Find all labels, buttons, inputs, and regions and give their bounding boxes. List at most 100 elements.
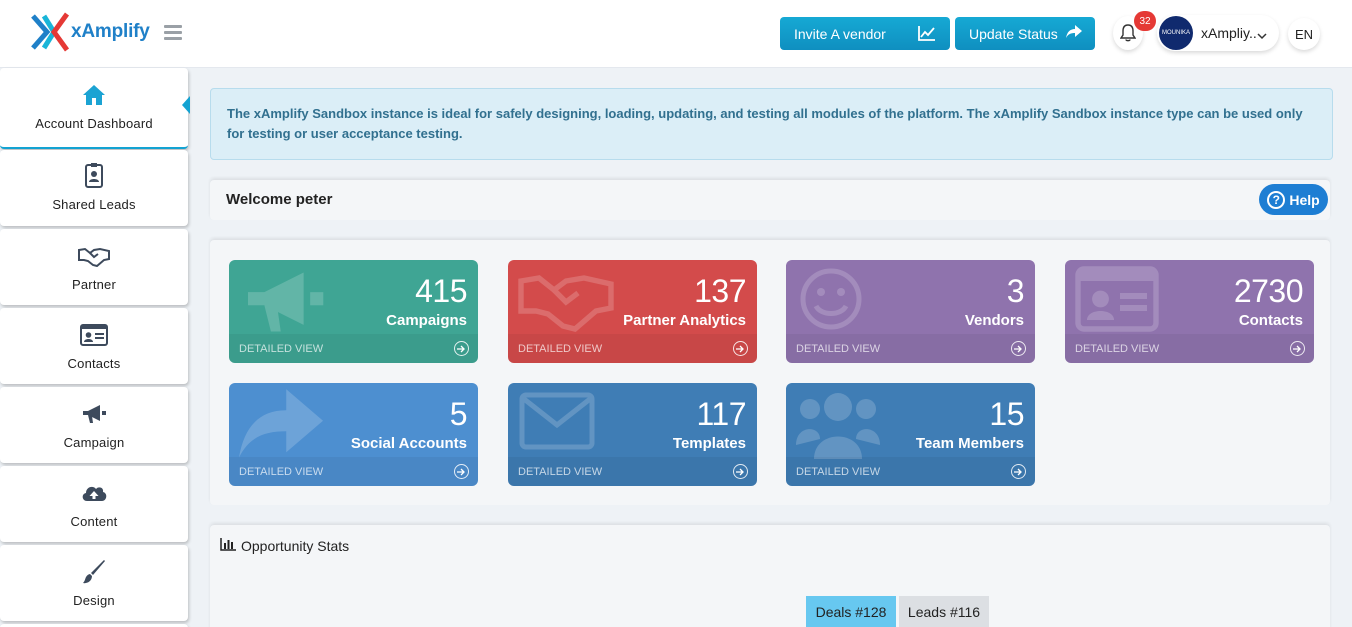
tile-value: 2730 — [1233, 273, 1304, 309]
sidebar-item-label: Campaign — [63, 435, 125, 450]
sidebar-item-shared-leads[interactable]: Shared Leads — [0, 150, 188, 226]
tile-footer[interactable]: DETAILED VIEW — [508, 457, 757, 486]
tile-value: 3 — [1006, 273, 1025, 309]
tile-footer[interactable]: DETAILED VIEW — [1065, 334, 1314, 363]
help-button[interactable]: ? Help — [1259, 184, 1328, 215]
users-icon — [796, 389, 880, 466]
invite-vendor-button[interactable]: Invite A vendor — [780, 17, 950, 50]
help-label: Help — [1289, 191, 1320, 208]
tile-social-accounts[interactable]: 5 Social Accounts DETAILED VIEW — [229, 383, 478, 486]
xamplify-logo[interactable]: xAmplify — [30, 10, 150, 54]
question-circle-icon: ? — [1267, 190, 1286, 209]
top-header: xAmplify Invite A vendor Update Status 3… — [0, 0, 1352, 68]
arrow-circle-right-icon[interactable] — [1290, 341, 1305, 356]
tile-footer[interactable]: DETAILED VIEW — [229, 457, 478, 486]
stats-title: Opportunity Stats — [241, 538, 350, 554]
notification-count-badge: 32 — [1134, 11, 1156, 31]
deals-tab[interactable]: Deals #128 — [806, 596, 896, 627]
tile-label: Social Accounts — [350, 435, 467, 452]
sidebar-item-account-dashboard[interactable]: Account Dashboard — [0, 68, 190, 149]
address-card-icon — [80, 322, 108, 348]
id-badge-icon — [84, 162, 104, 188]
detailed-view-link[interactable]: DETAILED VIEW — [239, 466, 323, 478]
megaphone-icon — [239, 266, 329, 343]
arrow-circle-right-icon[interactable] — [1011, 464, 1026, 479]
tile-footer[interactable]: DETAILED VIEW — [508, 334, 757, 363]
detailed-view-link[interactable]: DETAILED VIEW — [518, 343, 602, 355]
tile-label: Team Members — [915, 435, 1024, 452]
detailed-view-link[interactable]: DETAILED VIEW — [239, 343, 323, 355]
detailed-view-link[interactable]: DETAILED VIEW — [796, 343, 880, 355]
home-icon — [82, 82, 106, 108]
chevron-down-icon — [1257, 27, 1267, 45]
sidebar-item-label: Shared Leads — [52, 197, 136, 212]
sidebar-item-campaign[interactable]: Campaign — [0, 387, 188, 463]
detailed-view-link[interactable]: DETAILED VIEW — [1075, 343, 1159, 355]
tile-label: Partner Analytics — [623, 312, 746, 329]
arrow-circle-right-icon[interactable] — [454, 464, 469, 479]
line-chart-icon — [918, 25, 936, 44]
sidebar-item-label: Design — [73, 593, 115, 608]
menu-toggle-icon[interactable] — [164, 25, 182, 40]
tile-footer[interactable]: DETAILED VIEW — [786, 457, 1035, 486]
avatar: MOUNIKA — [1159, 16, 1193, 50]
envelope-icon — [518, 389, 598, 460]
sidebar-item-design[interactable]: Design — [0, 545, 188, 621]
tile-contacts[interactable]: 2730 Contacts DETAILED VIEW — [1065, 260, 1314, 363]
megaphone-icon — [81, 401, 107, 427]
logo-text: xAmplify — [71, 21, 150, 42]
tile-footer[interactable]: DETAILED VIEW — [786, 334, 1035, 363]
welcome-bar: Welcome peter ? Help — [210, 180, 1330, 220]
detailed-view-link[interactable]: DETAILED VIEW — [796, 466, 880, 478]
tile-value: 5 — [449, 396, 468, 432]
handshake-icon — [78, 243, 110, 269]
arrow-circle-right-icon[interactable] — [733, 464, 748, 479]
update-status-label: Update Status — [969, 25, 1058, 42]
tile-campaigns[interactable]: 415 Campaigns DETAILED VIEW — [229, 260, 478, 363]
user-menu-dropdown[interactable]: MOUNIKA xAmpliy.. — [1157, 15, 1279, 51]
sandbox-notice: The xAmplify Sandbox instance is ideal f… — [210, 88, 1333, 160]
tile-label: Templates — [672, 435, 746, 452]
arrow-circle-right-icon[interactable] — [733, 341, 748, 356]
tile-team-members[interactable]: 15 Team Members DETAILED VIEW — [786, 383, 1035, 486]
sidebar-item-label: Account Dashboard — [35, 116, 153, 131]
invite-vendor-label: Invite A vendor — [794, 25, 886, 42]
tile-footer[interactable]: DETAILED VIEW — [229, 334, 478, 363]
language-selector[interactable]: EN — [1288, 18, 1320, 50]
sidebar-item-partner[interactable]: Partner — [0, 229, 188, 305]
bar-chart-icon — [220, 538, 236, 554]
user-name: xAmpliy.. — [1201, 25, 1257, 41]
cloud-upload-icon — [80, 480, 108, 506]
arrow-circle-right-icon[interactable] — [454, 341, 469, 356]
update-status-button[interactable]: Update Status — [955, 17, 1095, 50]
address-card-icon — [1075, 266, 1159, 337]
tile-value: 415 — [415, 273, 467, 309]
arrow-circle-right-icon[interactable] — [1011, 341, 1026, 356]
tile-label: Vendors — [964, 312, 1024, 329]
tile-vendors[interactable]: 3 Vendors DETAILED VIEW — [786, 260, 1035, 363]
handshake-icon — [518, 266, 614, 337]
tile-value: 117 — [696, 396, 746, 432]
active-indicator — [182, 96, 190, 114]
sidebar: Account Dashboard Shared Leads Partner C… — [0, 68, 190, 627]
sidebar-item-content[interactable]: Content — [0, 466, 188, 542]
opportunity-stats-panel: Opportunity Stats Deals #128 Leads #116 — [210, 525, 1330, 627]
sidebar-item-label: Partner — [71, 277, 117, 292]
detailed-view-link[interactable]: DETAILED VIEW — [518, 466, 602, 478]
tile-value: 137 — [694, 273, 746, 309]
share-arrow-icon — [1066, 25, 1082, 42]
leads-tab[interactable]: Leads #116 — [899, 596, 989, 627]
sidebar-item-label: Content — [70, 514, 118, 529]
welcome-text: Welcome peter — [226, 191, 333, 208]
tile-value: 15 — [989, 396, 1024, 432]
logo-mark-icon — [31, 12, 70, 52]
opportunity-stats-heading: Opportunity Stats — [220, 538, 349, 554]
tile-templates[interactable]: 117 Templates DETAILED VIEW — [508, 383, 757, 486]
paintbrush-icon — [82, 559, 106, 585]
dashboard-tiles-panel: 415 Campaigns DETAILED VIEW 137 Partner … — [210, 240, 1330, 505]
sidebar-item-contacts[interactable]: Contacts — [0, 308, 188, 384]
tile-partner-analytics[interactable]: 137 Partner Analytics DETAILED VIEW — [508, 260, 757, 363]
tile-label: Contacts — [1238, 312, 1303, 329]
sidebar-item-label: Contacts — [67, 356, 121, 371]
tile-label: Campaigns — [386, 312, 467, 329]
